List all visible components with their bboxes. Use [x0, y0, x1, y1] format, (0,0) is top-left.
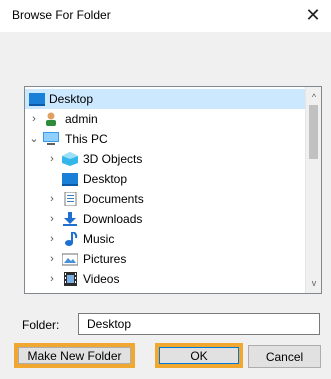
cancel-button[interactable]: Cancel [248, 345, 321, 368]
user-icon [46, 112, 56, 126]
vertical-scrollbar[interactable]: ^ v [305, 87, 321, 293]
chevron-right-icon[interactable]: › [46, 149, 58, 169]
scroll-down-icon[interactable]: v [306, 275, 321, 291]
tree-item-label: Videos [83, 272, 120, 286]
tree-item-label: 3D Objects [83, 152, 143, 166]
tree-item-desktop-root[interactable]: Desktop [25, 89, 306, 109]
tree-item-label: Desktop [49, 92, 94, 106]
videos-icon [64, 272, 77, 286]
tree-item-this-pc[interactable]: ⌄ This PC [25, 129, 306, 149]
downloads-icon [63, 212, 77, 226]
chevron-right-icon[interactable]: › [46, 249, 58, 269]
chevron-right-icon[interactable]: › [46, 189, 58, 209]
chevron-right-icon[interactable]: › [28, 109, 40, 129]
chevron-down-icon[interactable]: ⌄ [28, 129, 40, 149]
tree-item-label: This PC [65, 132, 108, 146]
close-icon[interactable]: ✕ [300, 3, 326, 27]
tree-item-label: admin [65, 112, 98, 126]
music-icon [65, 232, 78, 246]
title-bar: Browse For Folder ✕ [0, 0, 331, 32]
chevron-right-icon[interactable]: › [46, 209, 58, 229]
pc-icon [43, 132, 59, 145]
ok-label: OK [159, 347, 239, 364]
tree-item-downloads[interactable]: › Downloads [25, 209, 306, 229]
folder-tree[interactable]: Desktop › admin ⌄ This PC › 3D Objects D… [24, 86, 322, 294]
3d-objects-icon [62, 152, 78, 166]
desktop-icon [29, 93, 45, 106]
tree-item-pictures[interactable]: › Pictures [25, 249, 306, 269]
window-title: Browse For Folder [12, 8, 111, 22]
tree-item-3d-objects[interactable]: › 3D Objects [25, 149, 306, 169]
make-new-folder-label: Make New Folder [18, 347, 131, 364]
documents-icon [64, 192, 77, 206]
desktop-icon [62, 173, 78, 186]
tree-item-music[interactable]: › Music [25, 229, 306, 249]
scroll-up-icon[interactable]: ^ [306, 89, 321, 105]
scrollbar-thumb[interactable] [309, 105, 318, 159]
tree-item-label: Desktop [83, 172, 128, 186]
tree-item-desktop[interactable]: Desktop [25, 169, 306, 189]
tree-item-admin[interactable]: › admin [25, 109, 306, 129]
folder-input[interactable]: Desktop [78, 313, 320, 335]
pictures-icon [62, 253, 78, 266]
tree-item-label: Documents [83, 192, 144, 206]
make-new-folder-button[interactable]: Make New Folder [14, 343, 135, 368]
tree-item-documents[interactable]: › Documents [25, 189, 306, 209]
tree-item-label: Pictures [83, 252, 127, 266]
tree-item-label: Downloads [83, 212, 143, 226]
ok-button[interactable]: OK [155, 343, 243, 368]
tree-item-videos[interactable]: › Videos [25, 269, 306, 289]
tree-item-label: Music [83, 232, 115, 246]
folder-label: Folder: [22, 318, 60, 332]
chevron-right-icon[interactable]: › [46, 229, 58, 249]
chevron-right-icon[interactable]: › [46, 269, 58, 289]
